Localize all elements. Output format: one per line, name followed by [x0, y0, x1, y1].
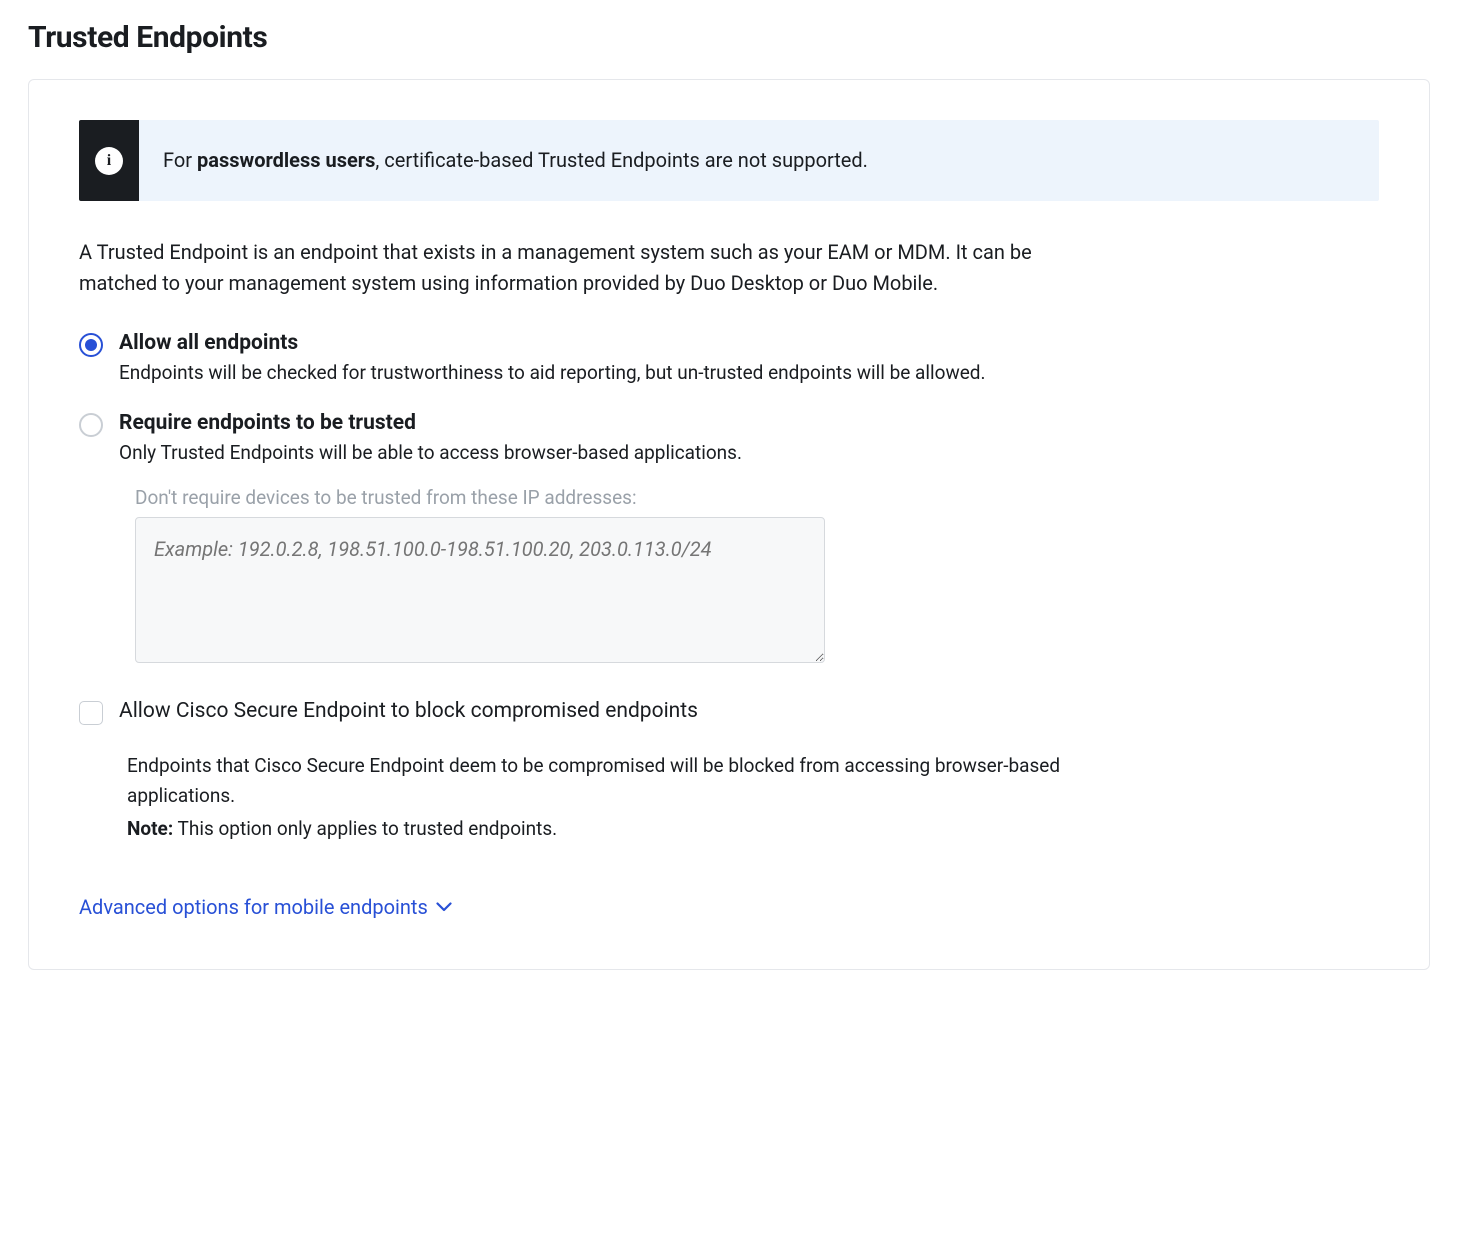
- ip-exception-input[interactable]: [135, 517, 825, 663]
- option-require-trusted-desc: Only Trusted Endpoints will be able to a…: [119, 439, 742, 467]
- cisco-block-note-label: Note:: [127, 817, 173, 840]
- option-allow-all-desc: Endpoints will be checked for trustworth…: [119, 359, 986, 387]
- radio-require-trusted[interactable]: [79, 413, 103, 437]
- cisco-block-desc-text: Endpoints that Cisco Secure Endpoint dee…: [127, 751, 1107, 810]
- ip-exception-block: Don't require devices to be trusted from…: [135, 486, 1379, 667]
- advanced-options-label: Advanced options for mobile endpoints: [79, 895, 428, 919]
- cisco-block-checkbox[interactable]: [79, 701, 103, 725]
- radio-allow-all[interactable]: [79, 333, 103, 357]
- page-title: Trusted Endpoints: [28, 20, 1430, 55]
- option-allow-all[interactable]: Allow all endpoints Endpoints will be ch…: [79, 331, 1379, 387]
- option-require-trusted[interactable]: Require endpoints to be trusted Only Tru…: [79, 411, 1379, 467]
- intro-text: A Trusted Endpoint is an endpoint that e…: [79, 237, 1079, 299]
- info-icon-glyph: i: [95, 147, 123, 175]
- chevron-down-icon: [436, 902, 452, 912]
- advanced-options-link[interactable]: Advanced options for mobile endpoints: [79, 895, 452, 919]
- ip-exception-label: Don't require devices to be trusted from…: [135, 486, 1379, 509]
- cisco-block-note-text: This option only applies to trusted endp…: [173, 817, 557, 840]
- cisco-block-note: Note: This option only applies to truste…: [127, 814, 1107, 843]
- trusted-endpoints-panel: i For passwordless users, certificate-ba…: [28, 79, 1430, 970]
- info-banner: i For passwordless users, certificate-ba…: [79, 120, 1379, 201]
- info-banner-bold: passwordless users: [197, 148, 375, 172]
- option-require-trusted-body: Require endpoints to be trusted Only Tru…: [119, 411, 742, 467]
- option-allow-all-body: Allow all endpoints Endpoints will be ch…: [119, 331, 986, 387]
- info-icon: i: [79, 120, 139, 201]
- option-require-trusted-label: Require endpoints to be trusted: [119, 411, 742, 435]
- info-banner-prefix: For: [163, 148, 197, 172]
- cisco-block-description: Endpoints that Cisco Secure Endpoint dee…: [127, 751, 1107, 843]
- info-banner-suffix: , certificate-based Trusted Endpoints ar…: [375, 148, 868, 172]
- info-banner-message: For passwordless users, certificate-base…: [139, 120, 892, 201]
- cisco-block-label: Allow Cisco Secure Endpoint to block com…: [119, 699, 698, 723]
- cisco-block-option[interactable]: Allow Cisco Secure Endpoint to block com…: [79, 699, 1379, 725]
- option-allow-all-label: Allow all endpoints: [119, 331, 986, 355]
